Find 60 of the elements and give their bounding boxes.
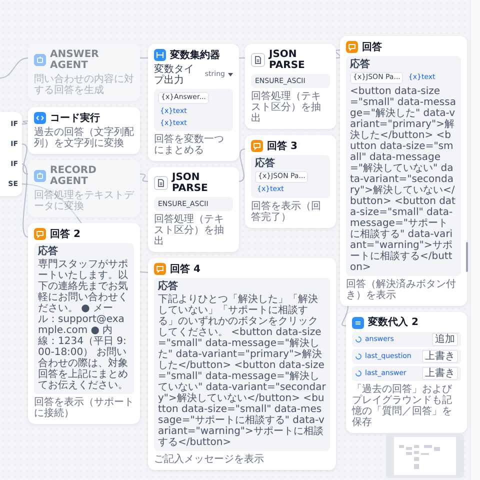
operation-tag: 追加 <box>432 332 458 346</box>
response-text: 専門スタッフがサポートいたします。以下の連絡先までお気軽にお問い合わせください。 ● メール：support@example.com ● 内線：1234（平日 9:00-18:00） お問い合わせの際は、対象回答を上記にまとめてお伝えください。 <box>38 259 129 391</box>
response-label: 応答 <box>38 246 59 257</box>
node-description: 回答処理をテキストデータに変換 <box>34 190 134 212</box>
node-description: 「過去の回答」およびプレイグラウンドも記憶の「質問／回答」を保存 <box>352 384 454 428</box>
node-title: 変数代入 2 <box>368 317 418 328</box>
node-card[interactable]: コード実行 過去の回答（文字列配列）を文字列に変換 <box>28 107 140 154</box>
node-title: 回答 3 <box>267 140 298 152</box>
node-description: 回答（解決済みボタン付き）を表示 <box>346 278 457 301</box>
scrollbar[interactable] <box>466 242 468 272</box>
node-title: JSON PARSE <box>172 172 209 194</box>
node-title: ANSWER AGENT <box>50 49 100 71</box>
operation-tag: 上書き <box>422 366 458 380</box>
chat-icon <box>251 140 263 152</box>
node-title: JSON PARSE <box>269 49 306 71</box>
equals-icon <box>352 316 364 329</box>
node-card[interactable] <box>340 36 467 306</box>
node-description: 過去の回答（文字列配列）を文字列に変換 <box>34 127 134 149</box>
node-card[interactable]: 回答 2 応答 専門スタッフがサポートいたします。以下の連絡先までお気軽にお問い合わせください。 ● メール：support@example.com ● 内線：1234（平日 9:00-18:00） お問い合わせの際は、対象回答を上記にまとめてお伝えください。 回答を表示（サポートに接続） <box>28 223 140 424</box>
response-label: 応答 <box>158 281 179 292</box>
chat-icon <box>346 41 358 53</box>
code-icon <box>34 112 46 124</box>
node-description: 回答を変数一つにまとめる <box>154 134 225 156</box>
node-card[interactable] <box>148 258 336 470</box>
robot-icon <box>34 170 46 182</box>
node-title: コード実行 <box>50 112 100 124</box>
caret-icon <box>228 73 233 77</box>
node-title: 回答 4 <box>170 264 200 275</box>
variable-icon <box>355 352 362 360</box>
connector-line <box>334 50 342 58</box>
node-title: RECORD AGENT <box>50 165 98 187</box>
chat-icon <box>34 228 46 240</box>
connector-line <box>238 148 246 182</box>
variable-icon <box>355 336 362 343</box>
node-description: 回答処理（テキスト区分）を抽出 <box>251 91 322 124</box>
connector-line <box>140 174 148 182</box>
connector-line <box>342 305 348 326</box>
variable-icon <box>355 370 362 377</box>
node-description: ご記入メッセージを表示 <box>154 454 265 466</box>
response-label: 応答 <box>255 158 276 169</box>
robot-icon <box>34 54 46 66</box>
node-description: 回答を表示（サポートに接続） <box>34 397 134 419</box>
merge-icon <box>154 49 166 61</box>
connector-line <box>0 58 28 78</box>
node-description: 回答を表示（回答完了） <box>251 200 322 223</box>
document-icon <box>251 53 265 67</box>
node-title: 回答 2 <box>50 228 80 240</box>
response-text: 下記よりひとつ「解決した」「解決していない」「サポートに相談する」のいずれかのボタンをクリックしてください。 <button data-size="small" data-message="解決した" data-variant="primary">解決した</button> <button data-size="small" data-message="解決していない" data-variant="secondary">解決していない</button> <button data-size="small" data-message="サポートに相談する" data-variant="warning">サポートに相談する</button> <box>158 294 326 448</box>
response-label: 応答 <box>350 59 371 70</box>
node-description: 回答処理（テキスト区分）を抽出 <box>154 214 225 248</box>
response-text: <button data-size="small" data-message="解決した" data-variant="primary">解決した</button> <button data-size="small" data-message="解決していない" data-variant="secondary">解決していない</button> <button data-size="small" data-message="サポートに相談する" data-variant="warning">サポートに相談する</button> <box>350 86 457 273</box>
minimap-drawing <box>394 437 456 475</box>
node-title: 回答 <box>362 42 382 52</box>
chat-icon <box>154 263 166 276</box>
node-description: 問い合わせの内容に対する回答を生成 <box>34 74 134 96</box>
document-icon <box>154 176 168 190</box>
connector-line <box>22 120 28 124</box>
output-type-label: 変数タイプ出力 <box>154 64 195 86</box>
node-title: 変数集約器 <box>170 50 220 60</box>
operation-tag: 上書き <box>422 350 458 363</box>
